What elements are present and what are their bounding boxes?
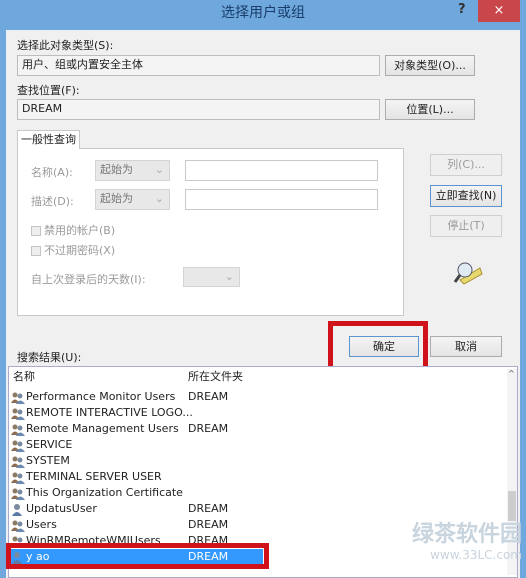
- checkbox-icon: [31, 226, 41, 236]
- days-since-logon-select[interactable]: ⌄: [183, 267, 240, 287]
- name-input[interactable]: [185, 160, 378, 181]
- item-folder: DREAM: [188, 422, 229, 435]
- columns-button[interactable]: 列(C)...: [430, 154, 502, 176]
- group-icon: [11, 438, 26, 452]
- days-since-logon-label: 自上次登录后的天数(I):: [31, 273, 146, 286]
- item-name: SERVICE: [26, 438, 73, 451]
- object-types-button[interactable]: 对象类型(O)...: [385, 55, 475, 76]
- item-name: Users: [26, 518, 57, 531]
- column-header-folder[interactable]: 所在文件夹: [188, 369, 243, 385]
- item-name: SYSTEM: [26, 454, 70, 467]
- list-item[interactable]: Remote Management Users DREAM: [11, 421, 501, 437]
- list-item[interactable]: This Organization Certificate: [11, 485, 501, 501]
- list-item[interactable]: SYSTEM: [11, 453, 501, 469]
- item-name: TERMINAL SERVER USER: [26, 470, 162, 483]
- group-icon: [11, 486, 26, 500]
- description-label: 描述(D):: [31, 195, 74, 208]
- cancel-button[interactable]: 取消: [430, 336, 502, 357]
- item-name: UpdatusUser: [26, 502, 97, 515]
- item-name: Remote Management Users: [26, 422, 179, 435]
- checkbox-icon: [31, 246, 41, 256]
- name-label: 名称(A):: [31, 166, 73, 179]
- description-mode-select[interactable]: 起始为 ⌄: [95, 189, 170, 210]
- item-folder: DREAM: [188, 518, 229, 531]
- help-button[interactable]: ?: [458, 2, 466, 17]
- location-field: DREAM: [17, 99, 380, 120]
- ok-button[interactable]: 确定: [349, 336, 419, 357]
- window-title: 选择用户或组: [221, 5, 305, 21]
- tab-general-query[interactable]: 一般性查询: [17, 130, 80, 149]
- locations-button[interactable]: 位置(L)...: [385, 99, 475, 120]
- object-type-label: 选择此对象类型(S):: [17, 39, 114, 52]
- group-icon: [11, 422, 26, 436]
- user-icon: [11, 502, 26, 516]
- list-item[interactable]: REMOTE INTERACTIVE LOGO...: [11, 405, 501, 421]
- group-icon: [11, 470, 26, 484]
- group-icon: [11, 518, 26, 532]
- list-item[interactable]: Performance Monitor Users DREAM: [11, 389, 501, 405]
- column-header-name[interactable]: 名称: [13, 369, 35, 385]
- name-mode-value: 起始为: [100, 163, 133, 176]
- list-item[interactable]: UpdatusUser DREAM: [11, 501, 501, 517]
- results-label: 搜索结果(U):: [17, 351, 82, 364]
- group-icon: [11, 454, 26, 468]
- scroll-up-icon[interactable]: ^: [508, 369, 515, 378]
- selected-row-highlight: [6, 543, 269, 569]
- stop-button[interactable]: 停止(T): [430, 215, 502, 237]
- chevron-down-icon: ⌄: [154, 163, 164, 176]
- location-label: 查找位置(F):: [17, 84, 80, 97]
- description-mode-value: 起始为: [100, 192, 133, 205]
- group-icon: [11, 406, 26, 420]
- watermark-logo: 绿茶软件园 www.33LC.com: [411, 522, 522, 562]
- item-name: Performance Monitor Users: [26, 390, 176, 403]
- name-mode-select[interactable]: 起始为 ⌄: [95, 160, 170, 181]
- checkbox-label: 不过期密码(X): [44, 244, 116, 257]
- chevron-down-icon: ⌄: [154, 192, 164, 205]
- list-item[interactable]: SERVICE: [11, 437, 501, 453]
- item-folder: DREAM: [188, 390, 229, 403]
- non-expiring-password-checkbox[interactable]: 不过期密码(X): [31, 242, 115, 258]
- disabled-accounts-checkbox[interactable]: 禁用的帐户(B): [31, 222, 115, 238]
- group-icon: [11, 390, 26, 404]
- item-folder: DREAM: [188, 502, 229, 515]
- scrollbar-thumb[interactable]: [508, 491, 516, 521]
- search-magnifier-icon: [453, 262, 483, 285]
- item-name: This Organization Certificate: [26, 486, 183, 499]
- chevron-down-icon: ⌄: [224, 270, 234, 283]
- find-now-button[interactable]: 立即查找(N): [430, 185, 502, 207]
- checkbox-label: 禁用的帐户(B): [44, 224, 116, 237]
- description-input[interactable]: [185, 189, 378, 210]
- object-type-field: 用户、组或内置安全主体: [17, 55, 380, 76]
- list-item[interactable]: TERMINAL SERVER USER: [11, 469, 501, 485]
- close-button[interactable]: ×: [478, 0, 520, 22]
- item-name: REMOTE INTERACTIVE LOGO...: [26, 406, 193, 419]
